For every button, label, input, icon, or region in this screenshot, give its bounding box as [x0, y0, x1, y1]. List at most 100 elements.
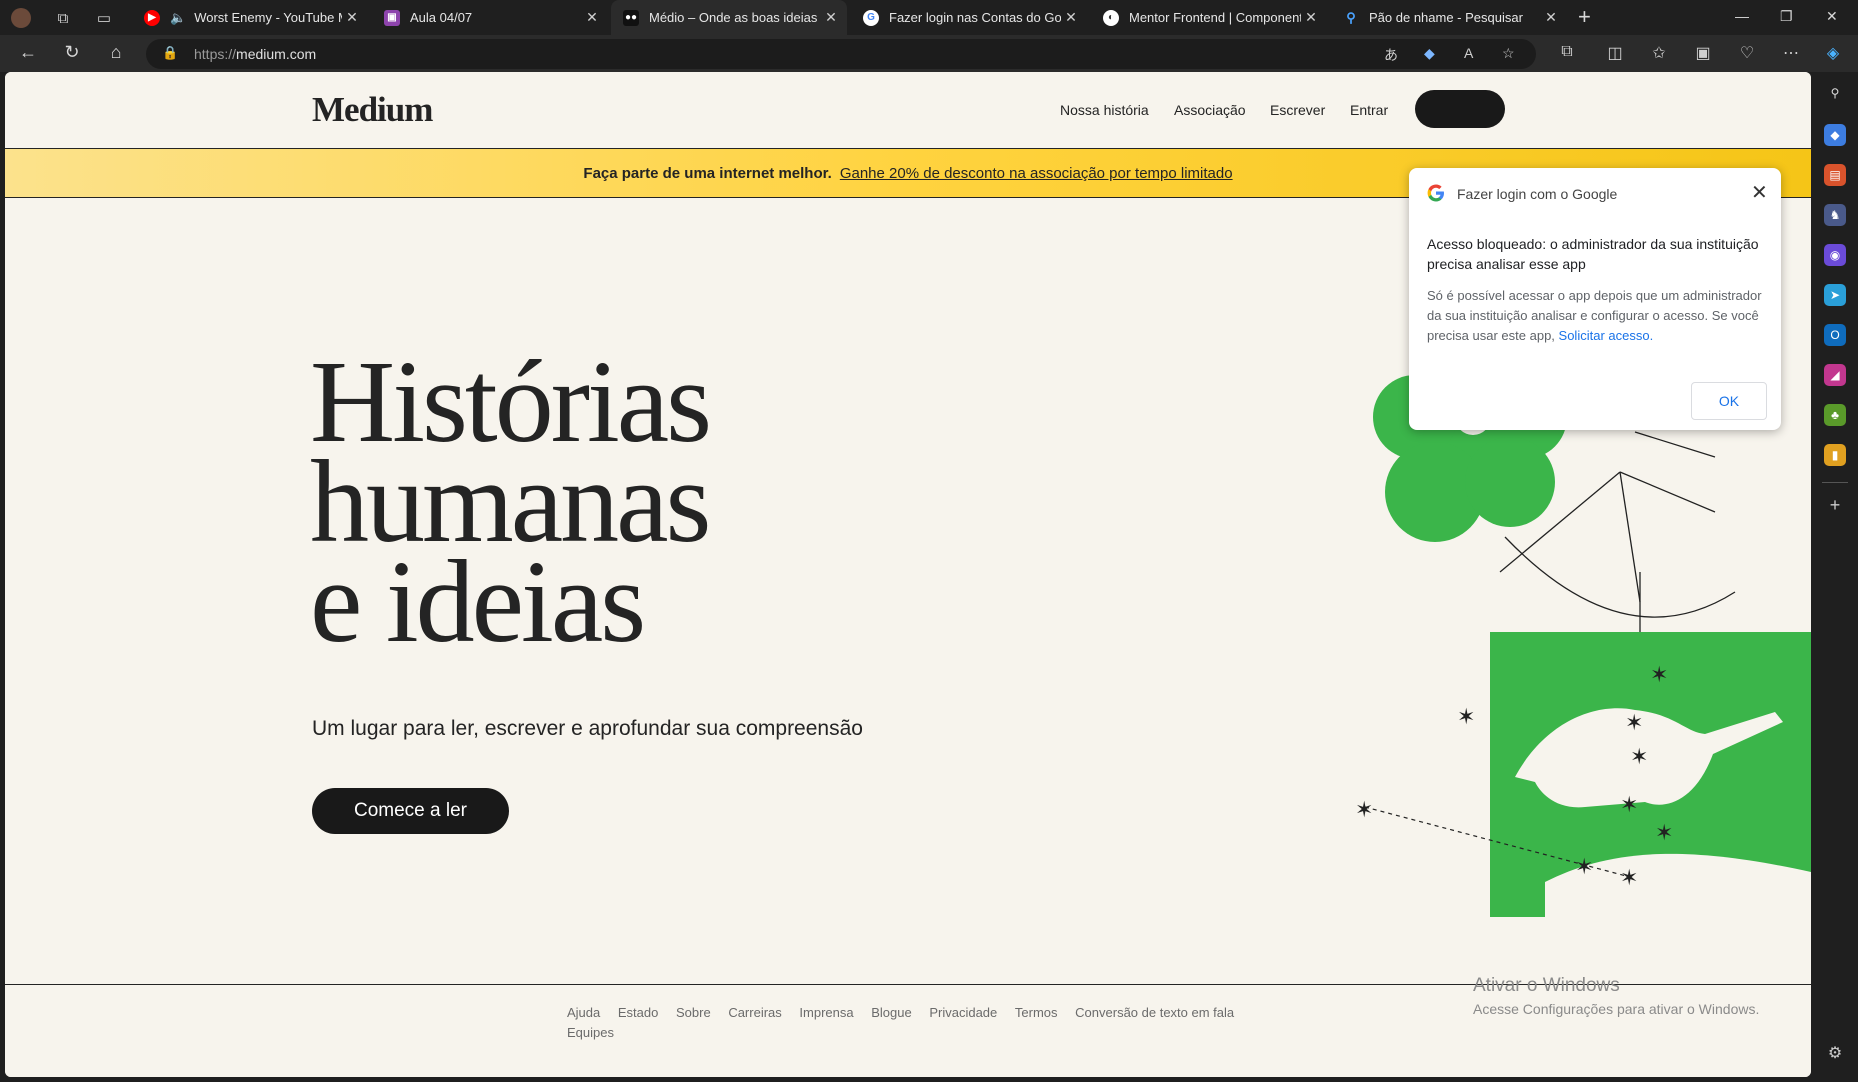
medium-header: Medium Nossa história Associação Escreve…	[5, 72, 1811, 149]
svg-text:✶: ✶	[1625, 711, 1643, 736]
footer-link[interactable]: Termos	[1015, 1003, 1058, 1023]
hero-subtitle: Um lugar para ler, escrever e aprofundar…	[312, 717, 863, 740]
tab-search[interactable]: ⚲ Pão de nhame - Pesquisar ✕	[1331, 0, 1567, 35]
tab-mentor-frontend[interactable]: ◐ Mentor Frontend | Componente ✕	[1091, 0, 1327, 35]
home-icon[interactable]: ⌂	[104, 42, 128, 63]
close-tab-icon[interactable]: ✕	[582, 9, 602, 26]
request-access-link[interactable]: Solicitar acesso.	[1559, 328, 1654, 343]
favorites-icon[interactable]: ✩	[1648, 43, 1670, 63]
classroom-icon: ▣	[384, 9, 400, 26]
tab-google-login[interactable]: G Fazer login nas Contas do Google ✕	[851, 0, 1087, 35]
shopping-tag-icon[interactable]: ◆	[1424, 45, 1435, 62]
translate-icon[interactable]: あ	[1384, 45, 1398, 65]
nav-write[interactable]: Escrever	[1270, 102, 1325, 118]
outlook-icon[interactable]: O	[1824, 324, 1846, 346]
footer-link[interactable]: Conversão de texto em fala	[1075, 1003, 1234, 1023]
watermark-subtitle: Acesse Configurações para ativar o Windo…	[1473, 1001, 1760, 1017]
tab-actions-icon[interactable]: ▭	[93, 7, 115, 29]
svg-text:✶: ✶	[1575, 855, 1593, 880]
close-tab-icon[interactable]: ✕	[1301, 9, 1321, 26]
shopping-icon[interactable]: ◆	[1824, 124, 1846, 146]
restore-icon[interactable]: ❐	[1780, 8, 1793, 25]
dialog-title: Fazer login com o Google	[1457, 186, 1618, 202]
close-window-icon[interactable]: ✕	[1826, 8, 1838, 25]
footer-link[interactable]: Equipes	[567, 1023, 614, 1043]
favorite-star-icon[interactable]: ☆	[1502, 45, 1515, 62]
get-started-button[interactable]	[1415, 90, 1505, 128]
tab-youtube-music[interactable]: ▶ 🔈 Worst Enemy - YouTube Music ✕	[132, 0, 368, 35]
lock-icon[interactable]: 🔒	[162, 45, 178, 61]
footer-links: Ajuda Estado Sobre Carreiras Imprensa Bl…	[567, 1003, 1287, 1043]
medium-logo[interactable]: Medium	[312, 90, 433, 130]
footer-link[interactable]: Sobre	[676, 1003, 711, 1023]
close-tab-icon[interactable]: ✕	[342, 9, 362, 26]
start-reading-button[interactable]: Comece a ler	[312, 788, 509, 834]
dialog-heading: Acesso bloqueado: o administrador da sua…	[1427, 236, 1759, 272]
tab-aula[interactable]: ▣ Aula 04/07 ✕	[372, 0, 608, 35]
split-screen-icon[interactable]: ◫	[1604, 43, 1626, 63]
close-tab-icon[interactable]: ✕	[1541, 9, 1561, 26]
tab-title: Fazer login nas Contas do Google	[889, 10, 1061, 25]
ok-button[interactable]: OK	[1691, 382, 1767, 420]
nav-our-story[interactable]: Nossa história	[1060, 102, 1149, 118]
hero-line: e ideias	[310, 536, 646, 667]
refresh-icon[interactable]: ↻	[60, 42, 84, 63]
sidebar-divider	[1822, 482, 1848, 483]
svg-text:✶: ✶	[1655, 821, 1673, 846]
tab-title: Mentor Frontend | Componente	[1129, 10, 1301, 25]
footer-link[interactable]: Carreiras	[728, 1003, 781, 1023]
search-icon[interactable]: ⚲	[1824, 82, 1846, 104]
read-aloud-icon[interactable]: A	[1464, 45, 1473, 61]
tools-icon[interactable]: ▤	[1824, 164, 1846, 186]
games-icon[interactable]: ♞	[1824, 204, 1846, 226]
minimize-icon[interactable]: —	[1735, 8, 1749, 24]
medium-icon: ●●	[623, 9, 639, 26]
banner-link[interactable]: Ganhe 20% de desconto na associação por …	[840, 165, 1233, 182]
speaker-icon[interactable]: 🔈	[170, 10, 186, 26]
close-icon[interactable]: ✕	[1751, 180, 1768, 205]
google-g-icon	[1427, 184, 1444, 202]
close-tab-icon[interactable]: ✕	[821, 9, 841, 26]
more-menu-icon[interactable]: ⋯	[1780, 43, 1802, 63]
svg-text:✶: ✶	[1457, 705, 1475, 730]
profile-avatar-icon[interactable]	[10, 7, 32, 29]
hero-title: Histórias humanas e ideias	[310, 343, 712, 667]
footer-link[interactable]: Estado	[618, 1003, 658, 1023]
settings-gear-icon[interactable]: ⚙	[1824, 1042, 1846, 1064]
watermark-title: Ativar o Windows	[1473, 975, 1620, 996]
extensions-icon[interactable]: ⧉	[1556, 43, 1578, 61]
google-signin-dialog: Fazer login com o Google ✕ Acesso bloque…	[1409, 168, 1781, 430]
footer-link[interactable]: Imprensa	[799, 1003, 853, 1023]
youtube-music-icon: ▶	[144, 9, 160, 26]
add-icon[interactable]: +	[1824, 494, 1846, 516]
workspaces-icon[interactable]: ⧉	[52, 7, 74, 29]
tab-title: Pão de nhame - Pesquisar	[1369, 10, 1523, 25]
designer-icon[interactable]: ◢	[1824, 364, 1846, 386]
tree-icon[interactable]: ♣	[1824, 404, 1846, 426]
nav-membership[interactable]: Associação	[1174, 102, 1246, 118]
svg-text:✶: ✶	[1630, 745, 1648, 770]
drop-icon[interactable]: ▮	[1824, 444, 1846, 466]
edge-sidebar: ⚲ ◆ ▤ ♞ ◉ ➤ O ◢ ♣ ▮ + ⚙	[1812, 72, 1858, 1082]
tab-medium[interactable]: ●● Médio – Onde as boas ideias te encont…	[611, 0, 847, 35]
address-bar[interactable]: 🔒 https://medium.com あ ◆ A ☆	[146, 39, 1536, 69]
page-viewport: Medium Nossa história Associação Escreve…	[5, 72, 1811, 1077]
browser-essentials-icon[interactable]: ♡	[1736, 43, 1758, 63]
close-tab-icon[interactable]: ✕	[1061, 9, 1081, 26]
hero-illustration: ✶ ✶ ✶ ✶ ✶ ✶ ✶ ✶ ✶	[1355, 362, 1811, 917]
collections-icon[interactable]: ▣	[1692, 43, 1714, 63]
telegram-icon[interactable]: ➤	[1824, 284, 1846, 306]
footer-link[interactable]: Ajuda	[567, 1003, 600, 1023]
nav-sign-in[interactable]: Entrar	[1350, 102, 1388, 118]
copilot-icon[interactable]: ◈	[1822, 43, 1844, 63]
microsoft-365-icon[interactable]: ◉	[1824, 244, 1846, 266]
svg-text:✶: ✶	[1620, 866, 1638, 891]
footer-link[interactable]: Blogue	[871, 1003, 911, 1023]
new-tab-icon[interactable]: +	[1578, 4, 1591, 30]
tab-title: Médio – Onde as boas ideias te encontram	[649, 10, 821, 25]
url-text[interactable]: https://medium.com	[194, 46, 316, 62]
footer-link[interactable]: Privacidade	[929, 1003, 997, 1023]
svg-text:✶: ✶	[1355, 798, 1373, 823]
back-icon[interactable]: ←	[16, 42, 40, 63]
svg-text:✶: ✶	[1650, 663, 1668, 688]
